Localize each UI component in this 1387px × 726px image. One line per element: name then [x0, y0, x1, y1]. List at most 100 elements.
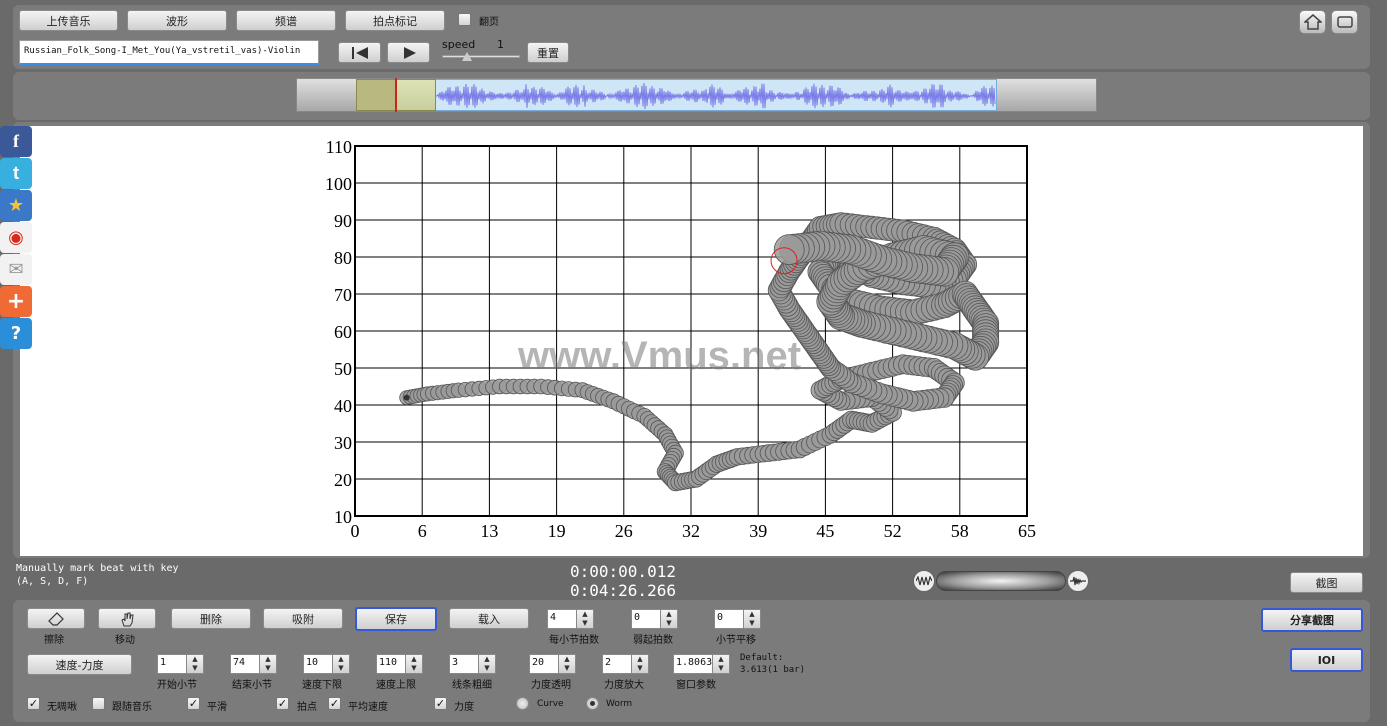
beats-per-bar-stepper[interactable]: 4 ▲ ▼: [547, 609, 594, 629]
erase-label: 擦除: [44, 635, 64, 646]
speed-slider[interactable]: [442, 52, 520, 63]
beat-checkbox[interactable]: ✓: [276, 697, 289, 710]
home-icon[interactable]: [1299, 10, 1326, 34]
waveform-button[interactable]: 波形: [127, 10, 227, 31]
start-bar-stepper[interactable]: 1 ▲ ▼: [157, 654, 204, 674]
avg-tempo-checkbox[interactable]: ✓: [328, 697, 341, 710]
save-button[interactable]: 保存: [355, 607, 437, 631]
y-tick-label: 50: [334, 359, 352, 379]
y-tick-label: 40: [334, 396, 352, 416]
worm-radio[interactable]: [586, 697, 599, 710]
start-bar-arrows[interactable]: ▲ ▼: [187, 654, 204, 674]
follow-music-checkbox[interactable]: [92, 697, 105, 710]
dynamics-checkbox[interactable]: ✓: [434, 697, 447, 710]
waveform-region[interactable]: [435, 79, 997, 111]
screenshot-button[interactable]: 截图: [1290, 572, 1363, 593]
tempo-max-arrows[interactable]: ▲ ▼: [406, 654, 423, 674]
current-time: 0:00:00.012: [570, 562, 676, 581]
end-bar-label: 结束小节: [232, 680, 272, 691]
tempo-min-value[interactable]: 10: [303, 654, 333, 674]
beats-per-bar-arrows[interactable]: ▲ ▼: [577, 609, 594, 629]
delete-button[interactable]: 删除: [171, 608, 251, 629]
share-plus-icon[interactable]: +: [0, 286, 32, 317]
facebook-icon[interactable]: f: [0, 126, 32, 157]
worm-label: Worm: [606, 699, 633, 709]
end-bar-stepper[interactable]: 74 ▲ ▼: [230, 654, 277, 674]
line-width-value[interactable]: 3: [449, 654, 479, 674]
email-icon[interactable]: ✉: [0, 254, 32, 285]
snap-button[interactable]: 吸附: [263, 608, 343, 629]
fullscreen-icon[interactable]: [1331, 10, 1358, 34]
dyn-opacity-value[interactable]: 20: [529, 654, 559, 674]
window-param-stepper[interactable]: 1.8063 ▲ ▼: [673, 654, 730, 674]
tempo-min-arrows[interactable]: ▲ ▼: [333, 654, 350, 674]
beat-hint-line2: (A, S, D, F): [16, 576, 89, 587]
filename-field[interactable]: Russian_Folk_Song-I_Met_You(Ya_vstretil_…: [19, 40, 319, 65]
beats-per-bar-value[interactable]: 4: [547, 609, 577, 629]
bar-offset-stepper[interactable]: 0 ▲ ▼: [714, 609, 761, 629]
load-button[interactable]: 载入: [449, 608, 529, 629]
move-tool-button[interactable]: [98, 608, 156, 629]
weibo-icon[interactable]: ◉: [0, 222, 32, 253]
curve-radio[interactable]: [516, 697, 529, 710]
spectrum-button[interactable]: 频谱: [236, 10, 336, 31]
y-tick-label: 20: [334, 470, 352, 490]
dyn-scale-label: 力度放大: [604, 680, 644, 691]
window-param-arrows[interactable]: ▲ ▼: [713, 654, 730, 674]
pickup-arrows[interactable]: ▲ ▼: [661, 609, 678, 629]
playhead[interactable]: [395, 78, 397, 112]
play-button[interactable]: [387, 42, 430, 63]
ioi-button[interactable]: IOI: [1290, 648, 1363, 672]
help-icon[interactable]: ?: [0, 318, 32, 349]
beat-mark-button[interactable]: 拍点标记: [345, 10, 445, 31]
skip-back-icon: [351, 46, 368, 59]
waveform-zoom-in-icon[interactable]: [1067, 570, 1089, 592]
upload-music-button[interactable]: 上传音乐: [19, 10, 118, 31]
waveform-overview[interactable]: [296, 78, 1097, 112]
dyn-scale-stepper[interactable]: 2 ▲ ▼: [602, 654, 649, 674]
dyn-scale-value[interactable]: 2: [602, 654, 632, 674]
tempo-dynamics-button[interactable]: 速度-力度: [27, 654, 132, 675]
no-chirp-label: 无啁啾: [47, 702, 77, 713]
start-bar-value[interactable]: 1: [157, 654, 187, 674]
dyn-opacity-arrows[interactable]: ▲ ▼: [559, 654, 576, 674]
end-bar-arrows[interactable]: ▲ ▼: [260, 654, 277, 674]
favorite-star-icon[interactable]: ★: [0, 190, 32, 221]
speed-label: speed: [442, 38, 476, 51]
line-width-label: 线条粗细: [452, 680, 492, 691]
dyn-scale-arrows[interactable]: ▲ ▼: [632, 654, 649, 674]
line-width-stepper[interactable]: 3 ▲ ▼: [449, 654, 496, 674]
twitter-icon[interactable]: t: [0, 158, 32, 189]
volume-slider[interactable]: [936, 571, 1066, 591]
smooth-checkbox[interactable]: ✓: [187, 697, 200, 710]
page-turn-checkbox[interactable]: [458, 13, 471, 26]
tempo-max-value[interactable]: 110: [376, 654, 406, 674]
line-width-arrows[interactable]: ▲ ▼: [479, 654, 496, 674]
erase-tool-button[interactable]: [27, 608, 85, 629]
play-icon: [403, 46, 416, 59]
x-tick-label: 52: [884, 521, 902, 541]
end-bar-value[interactable]: 74: [230, 654, 260, 674]
skip-to-start-button[interactable]: [338, 42, 381, 63]
bar-offset-arrows[interactable]: ▲ ▼: [744, 609, 761, 629]
share-screenshot-button[interactable]: 分享截图: [1261, 608, 1363, 632]
watermark: www.Vmus.net: [518, 334, 802, 378]
reset-speed-button[interactable]: 重置: [527, 42, 569, 63]
waveform-trace: [436, 82, 996, 110]
waveform-zoom-out-icon[interactable]: [913, 570, 935, 592]
page-turn-label: 翻页: [479, 17, 499, 28]
y-tick-label: 90: [334, 211, 352, 231]
pickup-stepper[interactable]: 0 ▲ ▼: [631, 609, 678, 629]
window-param-value[interactable]: 1.8063: [673, 654, 713, 674]
speed-slider-thumb[interactable]: [462, 52, 472, 61]
pickup-value[interactable]: 0: [631, 609, 661, 629]
x-tick-label: 32: [682, 521, 700, 541]
bar-offset-value[interactable]: 0: [714, 609, 744, 629]
tempo-min-stepper[interactable]: 10 ▲ ▼: [303, 654, 350, 674]
no-chirp-checkbox[interactable]: ✓: [27, 697, 40, 710]
dyn-opacity-stepper[interactable]: 20 ▲ ▼: [529, 654, 576, 674]
tempo-max-stepper[interactable]: 110 ▲ ▼: [376, 654, 423, 674]
x-tick-label: 26: [615, 521, 633, 541]
start-bar-label: 开始小节: [157, 680, 197, 691]
pickup-label: 弱起拍数: [633, 635, 673, 646]
